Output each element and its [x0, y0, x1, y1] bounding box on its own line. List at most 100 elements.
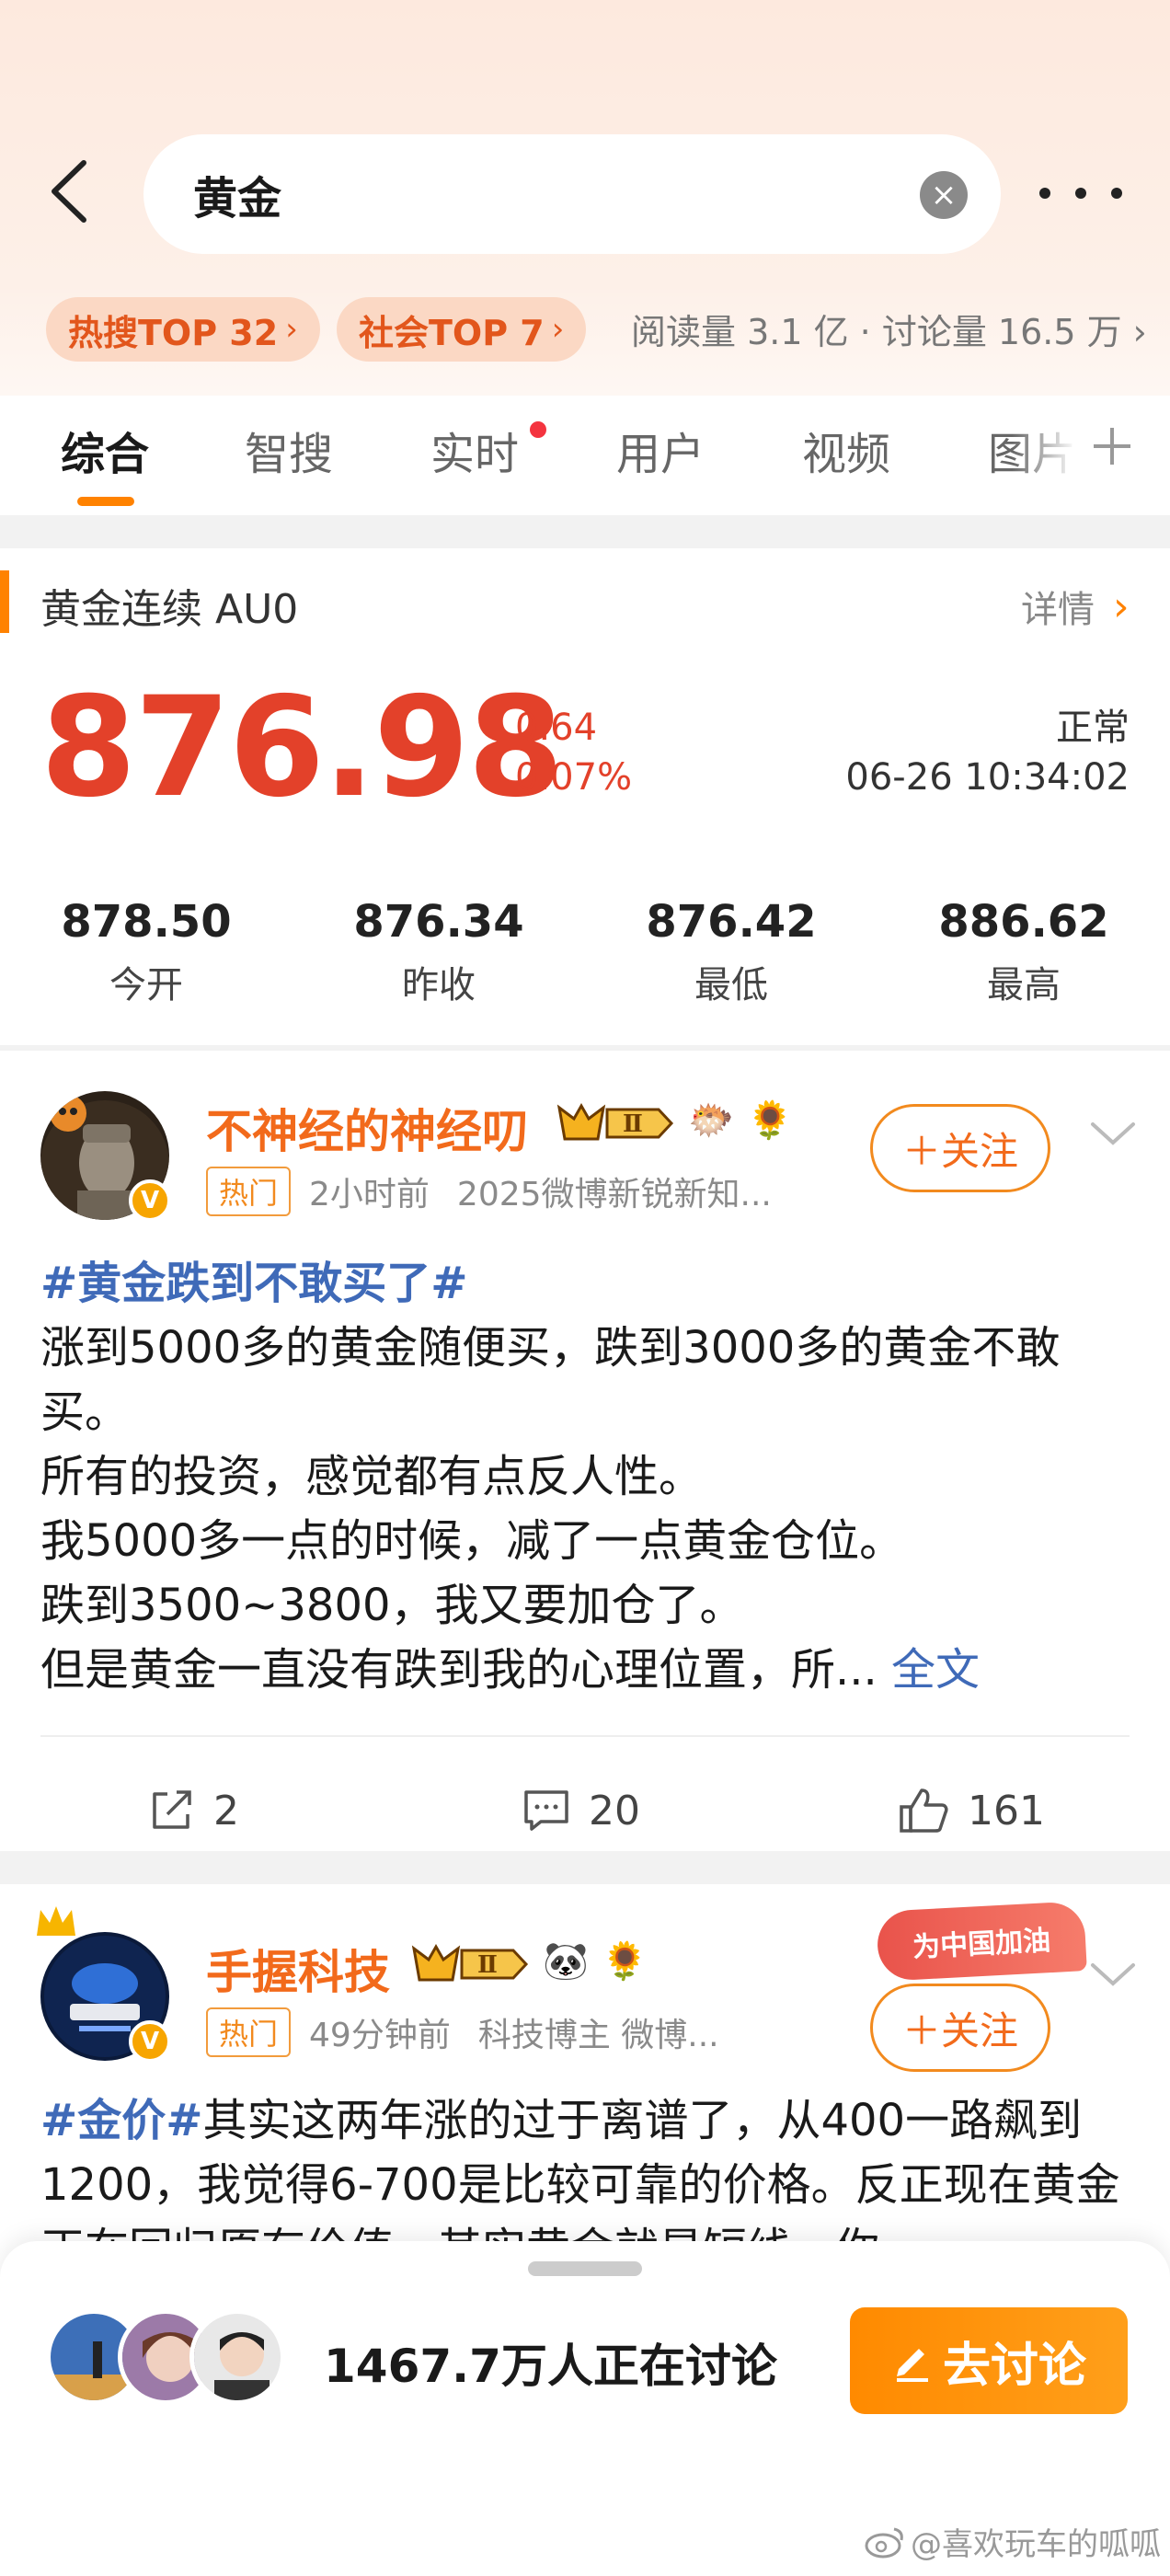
fish-emoji-icon: 🐡 — [688, 1099, 734, 1142]
verified-badge-icon: V — [129, 1179, 171, 1222]
search-query: 黄金 — [193, 173, 282, 224]
follow-button[interactable]: ＋关注 — [870, 1104, 1050, 1192]
repost-icon — [153, 1790, 191, 1829]
close-icon: × — [930, 177, 958, 213]
tab-users[interactable]: 用户 — [616, 418, 705, 482]
dot-icon — [1039, 188, 1050, 199]
watermark-text: @喜欢玩车的呱呱 — [911, 2526, 1161, 2563]
search-tabs: 综合 智搜 实时 用户 视频 图片 — [0, 396, 1170, 515]
post-time: 2小时前 — [309, 1176, 430, 1213]
stat-label: 最低 — [694, 964, 768, 1006]
post-line: 跌到3500~3800，我又要加仓了。 — [40, 1580, 744, 1631]
post-meta: 热门 2小时前 2025微博新锐新知... — [206, 1167, 772, 1216]
gold-quote-card: 黄金连续 AU0 详情 › 876.98 0.64 0.07% 正常 06-26… — [0, 548, 1170, 1045]
tab-comprehensive[interactable]: 综合 — [61, 418, 149, 482]
tab-smart-search[interactable]: 智搜 — [245, 418, 333, 482]
post-line: 我5000多一点的时候，减了一点黄金仓位。 — [40, 1515, 904, 1567]
stat-open: 878.50 今开 — [31, 896, 261, 1008]
post-source: 2025微博新锐新知... — [456, 1176, 772, 1213]
vip-level-badge-icon: Ⅱ — [556, 1102, 674, 1141]
promo-badge: 为中国加油 — [876, 1901, 1087, 1982]
weibo-logo-icon — [865, 2527, 903, 2558]
comment-count: 20 — [589, 1787, 640, 1834]
detail-label: 详情 — [1021, 589, 1095, 631]
back-button[interactable] — [37, 155, 101, 228]
tab-video[interactable]: 视频 — [802, 418, 890, 482]
more-options-button[interactable] — [1039, 166, 1122, 221]
pencil-icon — [896, 2349, 928, 2382]
post-card: V 手握科技 Ⅱ 🐼 🌻 热门 49分钟前 科技博主 微博... 为中国加油 ＋… — [0, 1884, 1170, 2289]
sunflower-emoji-icon: 🌻 — [602, 1940, 648, 1983]
participant-avatar — [189, 2309, 285, 2405]
repost-count: 2 — [213, 1787, 239, 1834]
stat-prev-close: 876.34 昨收 — [324, 896, 554, 1008]
stat-value: 886.62 — [938, 896, 1109, 948]
current-price: 876.98 — [40, 668, 564, 828]
go-discuss-button[interactable]: 去讨论 — [850, 2307, 1128, 2414]
change-absolute: 0.64 — [515, 707, 598, 749]
stat-value: 878.50 — [61, 896, 232, 948]
thumbs-up-icon — [900, 1788, 948, 1833]
post-content[interactable]: #黄金跌到不敢买了# 涨到5000多的黄金随便买，跌到3000多的黄金不敢买。 … — [40, 1251, 1135, 1702]
repost-button[interactable]: 2 — [147, 1787, 239, 1834]
stat-high: 886.62 最高 — [909, 896, 1139, 1008]
user-avatar[interactable]: V — [40, 1091, 171, 1222]
post-username[interactable]: 手握科技 — [206, 1936, 390, 2002]
watermark: @喜欢玩车的呱呱 — [865, 2519, 1161, 2564]
change-percent: 0.07% — [515, 756, 633, 799]
social-rank-pill[interactable]: 社会TOP 7 › — [337, 297, 587, 362]
divider — [40, 1735, 1130, 1737]
hot-search-rank-pill[interactable]: 热搜TOP 32 › — [46, 297, 320, 362]
post-time: 49分钟前 — [309, 2017, 451, 2054]
post-meta: 热门 49分钟前 科技博主 微博... — [206, 2007, 719, 2057]
stat-label: 最高 — [987, 964, 1061, 1006]
chevron-down-icon[interactable] — [1085, 1956, 1141, 1993]
follow-button[interactable]: ＋关注 — [870, 1984, 1050, 2072]
discussion-count: 1467.7万人正在讨论 — [324, 2340, 777, 2393]
user-avatar[interactable]: V — [40, 1932, 171, 2063]
quote-detail-link[interactable]: 详情 › — [1021, 580, 1130, 633]
search-input[interactable]: 黄金 × — [143, 134, 1001, 254]
comment-icon — [524, 1790, 568, 1831]
stat-label: 昨收 — [402, 964, 476, 1006]
sheet-handle[interactable] — [528, 2261, 642, 2276]
verified-badge-icon: V — [129, 2020, 171, 2063]
level-text: Ⅱ — [623, 1110, 643, 1138]
post-source: 科技博主 微博... — [477, 2017, 719, 2054]
topic-link[interactable]: #金价# — [40, 2095, 202, 2146]
go-discuss-label: 去讨论 — [942, 2338, 1086, 2394]
status-label: 正常 — [1056, 707, 1130, 749]
dot-icon — [1111, 188, 1122, 199]
post-card: V 不神经的神经叨 Ⅱ 🐡 🌻 热门 2小时前 2025微博新锐新知... ＋关… — [0, 1051, 1170, 1851]
active-tab-indicator — [77, 497, 134, 506]
social-rank-label: 社会TOP 7 — [359, 312, 545, 353]
vip-level-badge-icon: Ⅱ — [411, 1943, 529, 1982]
post-line: 所有的投资，感觉都有点反人性。 — [40, 1451, 704, 1502]
chevron-right-icon: › — [1113, 582, 1130, 630]
read-discuss-stats[interactable]: 阅读量 3.1 亿 · 讨论量 16.5 万 › — [631, 304, 1170, 354]
chevron-right-icon: › — [551, 311, 565, 348]
panda-emoji-icon: 🐼 — [543, 1940, 589, 1983]
post-line: 但是黄金一直没有跌到我的心理位置，所... — [40, 1644, 878, 1696]
accent-bar — [0, 570, 9, 633]
stat-value: 876.42 — [646, 896, 817, 948]
comment-button[interactable]: 20 — [522, 1787, 640, 1834]
tab-realtime[interactable]: 实时 — [430, 418, 519, 482]
add-tab-button[interactable] — [1080, 414, 1144, 478]
post-username[interactable]: 不神经的神经叨 — [206, 1095, 528, 1161]
hot-search-rank-label: 热搜TOP 32 — [68, 312, 279, 353]
dot-icon — [1075, 188, 1086, 199]
full-text-link[interactable]: 全文 — [891, 1644, 980, 1696]
level-text: Ⅱ — [477, 1951, 498, 1979]
clear-search-button[interactable]: × — [920, 171, 968, 219]
stat-low: 876.42 最低 — [616, 896, 846, 1008]
chevron-down-icon[interactable] — [1085, 1115, 1141, 1152]
market-status: 正常 06-26 10:34:02 — [845, 703, 1130, 802]
chevron-right-icon: › — [285, 311, 298, 348]
like-button[interactable]: 161 — [898, 1787, 1045, 1834]
post-line: 涨到5000多的黄金随便买，跌到3000多的黄金不敢买。 — [40, 1322, 1061, 1438]
stat-label: 今开 — [109, 964, 183, 1006]
new-dot-badge — [530, 421, 546, 438]
plus-icon — [1094, 428, 1130, 465]
topic-link[interactable]: #黄金跌到不敢买了# — [40, 1258, 467, 1309]
